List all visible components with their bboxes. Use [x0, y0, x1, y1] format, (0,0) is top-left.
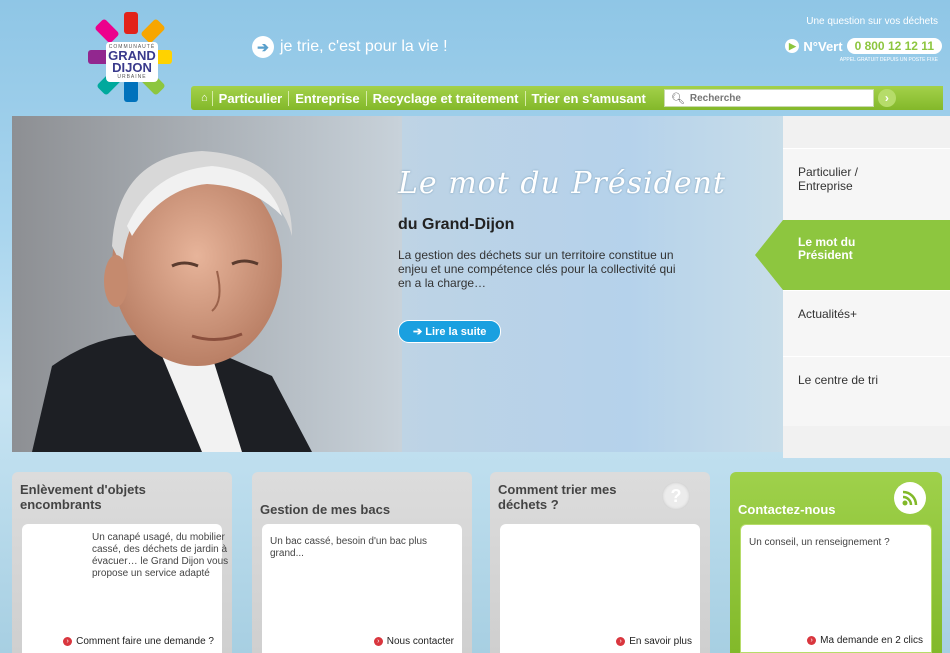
side-item-centre-de-tri[interactable]: Le centre de tri — [783, 356, 950, 426]
logo-petal — [140, 18, 166, 44]
hero-title: Le mot du Président — [398, 166, 726, 201]
search-submit-button[interactable]: › — [877, 89, 896, 107]
nav-particulier[interactable]: Particulier — [211, 90, 289, 106]
arrow-right-icon: › — [616, 637, 626, 646]
numvert-label: N°Vert — [803, 38, 843, 54]
card-encombrants: Enlèvement d'objets encombrants Un canap… — [12, 472, 232, 653]
side-item-active-label: Le mot du Président — [798, 235, 856, 262]
numvert-subtitle: APPEL GRATUIT DEPUIS UN POSTE FIXE — [839, 57, 938, 63]
card-link[interactable]: › En savoir plus — [616, 636, 692, 647]
search-icon: 🔍︎ — [670, 92, 685, 105]
play-icon: ▶ — [785, 39, 800, 53]
question-mark-icon: ? — [662, 482, 690, 510]
search-input[interactable] — [689, 92, 870, 104]
main-navigation: ⌂ Particulier Entreprise Recyclage et tr… — [191, 86, 943, 110]
question-label: Une question sur vos déchets — [806, 16, 938, 27]
card-link-label: Nous contacter — [386, 636, 454, 647]
card-text: Un conseil, un renseignement ? — [749, 537, 890, 548]
logo-petal — [124, 80, 138, 102]
nav-recyclage[interactable]: Recyclage et traitement — [365, 90, 525, 106]
home-icon[interactable]: ⌂ — [201, 92, 208, 104]
card-link[interactable]: › Nous contacter — [373, 636, 454, 647]
numvert-number: 0 800 12 12 11 — [846, 38, 942, 54]
card-text: Un canapé usagé, du mobilier cassé, des … — [92, 532, 229, 579]
arrow-right-icon: › — [63, 637, 73, 646]
side-item-actualites[interactable]: Actualités+ — [783, 290, 950, 356]
card-title: Comment trier mes déchets ? — [498, 482, 617, 512]
card-title: Contactez-nous — [738, 502, 836, 517]
side-item-label: Particulier / Entreprise — [798, 165, 859, 193]
president-photo — [12, 116, 402, 452]
card-link-label: Comment faire une demande ? — [76, 636, 214, 647]
card-content: › En savoir plus — [500, 524, 700, 653]
hero-banner: Le mot du Président du Grand-Dijon La ge… — [12, 116, 783, 452]
search-box: 🔍︎ — [663, 89, 874, 107]
card-title: Enlèvement d'objets encombrants — [20, 482, 146, 512]
card-contactez-nous: Contactez-nous Un conseil, un renseignem… — [730, 472, 942, 653]
side-item-label: Actualités+ — [798, 307, 858, 321]
hero-subtitle: du Grand-Dijon — [398, 216, 515, 233]
logo-petal — [94, 18, 120, 44]
tagline: ➔ je trie, c'est pour la vie ! — [252, 36, 448, 58]
arrow-right-icon: ➔ — [252, 36, 274, 58]
card-link-label: Ma demande en 2 clics — [820, 635, 923, 646]
logo-line3: DIJON — [112, 60, 152, 75]
card-link[interactable]: › Ma demande en 2 clics — [807, 635, 923, 646]
nav-entreprise[interactable]: Entreprise — [288, 90, 365, 106]
card-content: Un conseil, un renseignement ? › Ma dema… — [740, 524, 932, 653]
hero-body: La gestion des déchets sur un territoire… — [398, 248, 676, 290]
numero-vert: ▶ N°Vert 0 800 12 12 11 — [785, 38, 942, 54]
card-title: Gestion de mes bacs — [260, 502, 391, 517]
arrow-right-icon: › — [807, 636, 817, 645]
tagline-text: je trie, c'est pour la vie ! — [280, 38, 448, 55]
chat-bubble-icon — [894, 482, 926, 514]
card-text: Un bac cassé, besoin d'un bac plus grand… — [270, 536, 428, 559]
logo-petal — [124, 12, 138, 34]
card-comment-trier: Comment trier mes déchets ? ? › En savoi… — [490, 472, 710, 653]
card-content: Un canapé usagé, du mobilier cassé, des … — [22, 524, 228, 653]
side-item-label: Le centre de tri — [798, 373, 879, 387]
card-content: Un bac cassé, besoin d'un bac plus grand… — [262, 524, 462, 653]
card-link[interactable]: › Comment faire une demande ? — [63, 636, 214, 647]
side-item-mot-du-president[interactable]: Le mot du Président — [755, 220, 950, 290]
grand-dijon-logo[interactable]: COMMUNAUTÉ GRAND DIJON URBAINE — [84, 12, 174, 104]
arrow-right-icon: › — [373, 637, 383, 646]
card-link-label: En savoir plus — [629, 636, 692, 647]
side-item-particulier-entreprise[interactable]: Particulier / Entreprise — [783, 148, 950, 220]
read-more-button[interactable]: ➔ Lire la suite — [398, 320, 502, 343]
card-gestion-bacs: Gestion de mes bacs Un bac cassé, besoin… — [252, 472, 472, 653]
logo-wordmark: COMMUNAUTÉ GRAND DIJON URBAINE — [106, 42, 158, 82]
nav-trier[interactable]: Trier en s'amusant — [524, 90, 652, 106]
